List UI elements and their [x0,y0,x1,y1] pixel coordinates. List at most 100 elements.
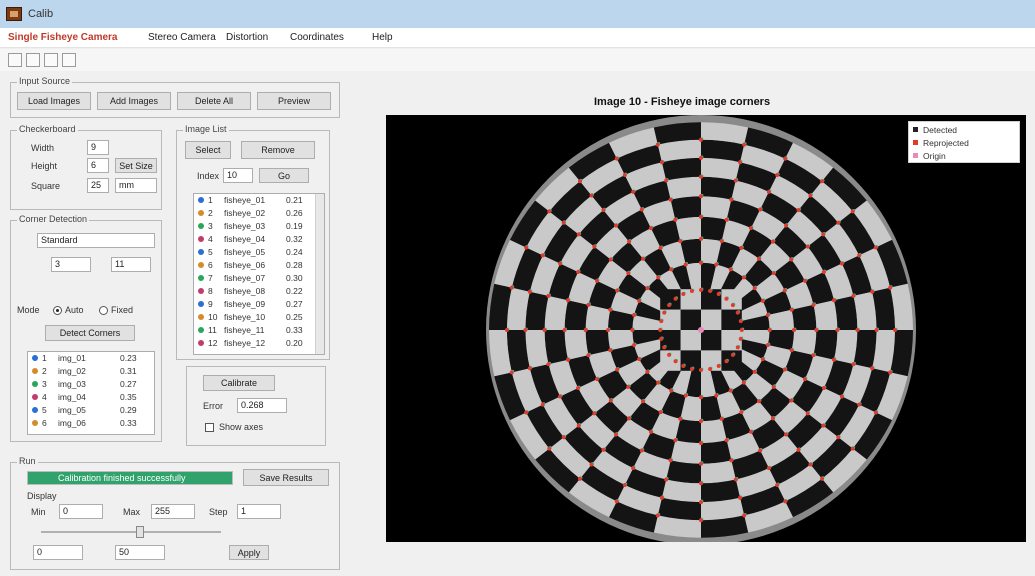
detect-row-id: 3 [42,379,47,389]
max-window-input[interactable]: 11 [111,257,151,272]
show-axes-label: Show axes [219,422,264,432]
slider-mid-input[interactable]: 50 [115,545,165,560]
status-dot-icon [198,288,204,294]
menu-single-fisheye[interactable]: Single Fisheye Camera [8,32,118,43]
detect-row[interactable]: 5 img_05 0.29 [28,404,154,417]
reprojected-corner-point [576,423,581,428]
select-image-button[interactable]: Select [185,141,231,159]
reprojected-corner-point [716,364,721,369]
image-row-name: fisheye_01 [224,195,266,205]
menu-help[interactable]: Help [372,32,393,43]
calibrate-button[interactable]: Calibrate [203,375,275,391]
mode-auto-radio[interactable] [53,306,62,315]
input-source-label: Input Source [17,76,73,86]
image-row[interactable]: 5 fisheye_05 0.24 [194,246,324,259]
reprojected-corner-point [699,500,703,505]
checker-tile [544,295,568,330]
detect-row[interactable]: 2 img_02 0.31 [28,365,154,378]
width-input[interactable]: 9 [87,140,109,155]
detect-row[interactable]: 1 img_01 0.23 [28,352,154,365]
reprojected-corner-point [739,328,744,332]
menu-distortion[interactable]: Distortion [226,32,268,43]
fisheye-image-plot[interactable]: Detected Reprojected Origin [386,115,1026,545]
checker-tile [834,295,858,330]
mode-fixed-radio[interactable] [99,306,108,315]
reprojected-corner-point [615,288,620,293]
image-row[interactable]: 7 fisheye_07 0.30 [194,272,324,285]
detect-corners-button[interactable]: Detect Corners [45,325,135,341]
menu-stereo[interactable]: Stereo Camera [148,32,216,43]
image-row[interactable]: 9 fisheye_09 0.27 [194,298,324,311]
reprojected-corner-point [699,155,703,160]
image-list-scrollbar[interactable] [315,194,324,354]
step-input[interactable]: 1 [237,504,281,519]
height-input[interactable]: 6 [87,158,109,173]
image-row[interactable]: 10 fisheye_10 0.25 [194,311,324,324]
detect-row[interactable]: 6 img_06 0.33 [28,417,154,430]
detect-row[interactable]: 3 img_03 0.27 [28,378,154,391]
image-row[interactable]: 11 fisheye_11 0.33 [194,324,324,337]
apply-button[interactable]: Apply [229,545,269,560]
square-input[interactable]: 25 [87,178,109,193]
settings-icon[interactable] [62,53,76,67]
load-images-button[interactable]: Load Images [17,92,91,110]
add-images-button[interactable]: Add Images [97,92,171,110]
image-row[interactable]: 3 fisheye_03 0.19 [194,220,324,233]
unit-input[interactable]: mm [115,178,157,193]
image-row[interactable]: 1 fisheye_01 0.21 [194,194,324,207]
image-row[interactable]: 2 fisheye_02 0.26 [194,207,324,220]
open-icon[interactable] [8,53,22,67]
index-input[interactable]: 10 [223,168,253,183]
save-icon[interactable] [26,53,40,67]
mode-label: Mode [17,305,40,315]
max-input[interactable]: 255 [151,504,195,519]
preview-button[interactable]: Preview [257,92,331,110]
menu-coordinates[interactable]: Coordinates [290,32,344,43]
reprojected-corner-point [664,178,669,183]
min-input[interactable]: 0 [59,504,103,519]
show-axes-checkbox[interactable] [205,423,214,432]
reprojected-corner-point [708,366,713,371]
status-dot-icon [32,381,38,387]
reprojected-corner-point [756,399,761,404]
checker-center-tile [680,309,701,330]
set-size-button[interactable]: Set Size [115,158,157,173]
slider-track[interactable] [41,531,221,533]
export-icon[interactable] [44,53,58,67]
save-results-button[interactable]: Save Results [243,469,329,486]
reprojected-corner-point [850,209,855,214]
legend-reprojected: Reprojected [923,138,969,148]
image-row-value: 0.33 [286,325,303,335]
reprojected-corner-point [752,286,757,291]
reprojected-corner-point [504,328,509,332]
reprojected-corner-point [839,394,844,399]
detect-row[interactable]: 4 img_04 0.35 [28,391,154,404]
image-row[interactable]: 6 fisheye_06 0.28 [194,259,324,272]
image-row[interactable]: 12 fisheye_12 0.20 [194,337,324,350]
status-dot-icon [198,327,204,333]
min-window-input[interactable]: 3 [51,257,91,272]
corner-detection-label: Corner Detection [17,214,90,224]
reprojected-corner-point [855,328,860,332]
reprojected-corner-point [655,513,660,518]
detection-method-select[interactable]: Standard [37,233,155,248]
image-row-name: fisheye_11 [224,325,265,335]
image-list[interactable]: 1 fisheye_01 0.21 2 fisheye_02 0.26 3 fisheye_0… [193,193,325,355]
reprojected-corner-point [767,328,772,332]
delete-all-button[interactable]: Delete All [177,92,251,110]
status-dot-icon [198,249,204,255]
icon-toolbar [0,49,1035,71]
reprojected-corner-point [639,207,644,212]
reprojected-corner-point [699,214,703,219]
remove-image-button[interactable]: Remove [241,141,315,159]
slider-thumb[interactable] [136,526,144,538]
image-row-id: 11 [208,325,217,335]
detection-results-list[interactable]: 1 img_01 0.23 2 img_02 0.31 3 img_03 0.27 4 img_04… [27,351,155,435]
image-row[interactable]: 8 fisheye_08 0.22 [194,285,324,298]
image-row[interactable]: 4 fisheye_04 0.32 [194,233,324,246]
go-button[interactable]: Go [259,168,309,183]
checker-tile [834,330,858,365]
image-row-id: 10 [208,312,218,322]
slider-min-input[interactable]: 0 [33,545,83,560]
reprojected-corner-point [699,419,703,424]
